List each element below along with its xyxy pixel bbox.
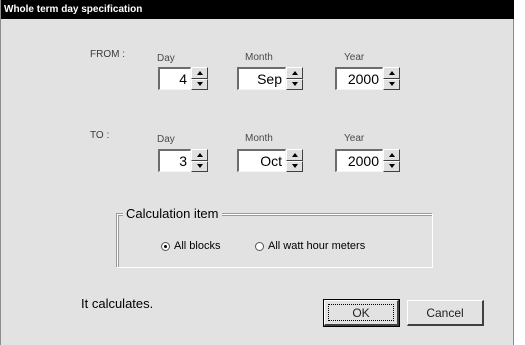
to-month-down-button[interactable] bbox=[286, 160, 303, 172]
to-day-up-button[interactable] bbox=[191, 149, 208, 161]
from-month-spin-buttons bbox=[286, 67, 303, 90]
status-message: It calculates. bbox=[81, 296, 154, 311]
dialog-right-border bbox=[513, 19, 514, 345]
arrow-down-icon bbox=[196, 82, 203, 87]
to-label: TO : bbox=[90, 130, 110, 141]
from-day-label: Day bbox=[157, 53, 175, 64]
from-year-down-button[interactable] bbox=[383, 78, 400, 90]
from-year-label: Year bbox=[344, 52, 365, 63]
to-day-field[interactable]: 3 bbox=[158, 149, 191, 172]
arrow-up-icon bbox=[388, 70, 395, 75]
arrow-down-icon bbox=[388, 164, 395, 169]
from-day-spin-buttons bbox=[191, 67, 208, 90]
from-day-up-button[interactable] bbox=[191, 67, 208, 79]
to-day-spin-buttons bbox=[191, 149, 208, 172]
cancel-button[interactable]: Cancel bbox=[407, 300, 484, 326]
cancel-button-label: Cancel bbox=[426, 305, 464, 320]
arrow-up-icon bbox=[196, 152, 203, 157]
arrow-up-icon bbox=[196, 70, 203, 75]
to-month-label: Month bbox=[245, 133, 273, 144]
arrow-down-icon bbox=[291, 82, 298, 87]
to-year-field[interactable]: 2000 bbox=[335, 149, 383, 172]
from-year-up-button[interactable] bbox=[383, 67, 400, 79]
arrow-up-icon bbox=[291, 70, 298, 75]
to-month-field[interactable]: Oct bbox=[237, 149, 286, 172]
from-year-spin-buttons bbox=[383, 67, 400, 90]
radio-all-blocks[interactable]: All blocks bbox=[161, 240, 220, 252]
radio-all-watt-hour-meters-label: All watt hour meters bbox=[268, 240, 366, 252]
from-label: FROM : bbox=[90, 49, 125, 60]
to-day-down-button[interactable] bbox=[191, 160, 208, 172]
from-day-down-button[interactable] bbox=[191, 78, 208, 90]
arrow-down-icon bbox=[196, 164, 203, 169]
arrow-down-icon bbox=[291, 164, 298, 169]
ok-button[interactable]: OK bbox=[323, 299, 400, 327]
to-month-spin-buttons bbox=[286, 149, 303, 172]
from-month-field[interactable]: Sep bbox=[237, 67, 286, 90]
calculation-item-title: Calculation item bbox=[123, 206, 222, 221]
arrow-up-icon bbox=[388, 152, 395, 157]
from-month-label: Month bbox=[245, 52, 273, 63]
radio-all-blocks-label: All blocks bbox=[174, 240, 221, 252]
to-year-label: Year bbox=[344, 133, 365, 144]
arrow-up-icon bbox=[291, 152, 298, 157]
radio-all-watt-hour-meters[interactable]: All watt hour meters bbox=[255, 240, 365, 252]
from-month-up-button[interactable] bbox=[286, 67, 303, 79]
from-month-down-button[interactable] bbox=[286, 78, 303, 90]
radio-selected-icon bbox=[161, 241, 170, 251]
arrow-down-icon bbox=[388, 82, 395, 87]
to-day-label: Day bbox=[157, 134, 175, 145]
from-year-field[interactable]: 2000 bbox=[335, 67, 383, 90]
radio-unselected-icon bbox=[255, 241, 264, 251]
to-year-up-button[interactable] bbox=[383, 149, 400, 161]
from-day-field[interactable]: 4 bbox=[158, 67, 191, 90]
focus-ring bbox=[328, 304, 394, 321]
dialog-window: Whole term day specification FROM : Day … bbox=[0, 0, 514, 345]
to-year-spin-buttons bbox=[383, 149, 400, 172]
title-bar: Whole term day specification bbox=[1, 0, 514, 19]
to-year-down-button[interactable] bbox=[383, 160, 400, 172]
window-title: Whole term day specification bbox=[4, 4, 143, 15]
to-month-up-button[interactable] bbox=[286, 149, 303, 161]
